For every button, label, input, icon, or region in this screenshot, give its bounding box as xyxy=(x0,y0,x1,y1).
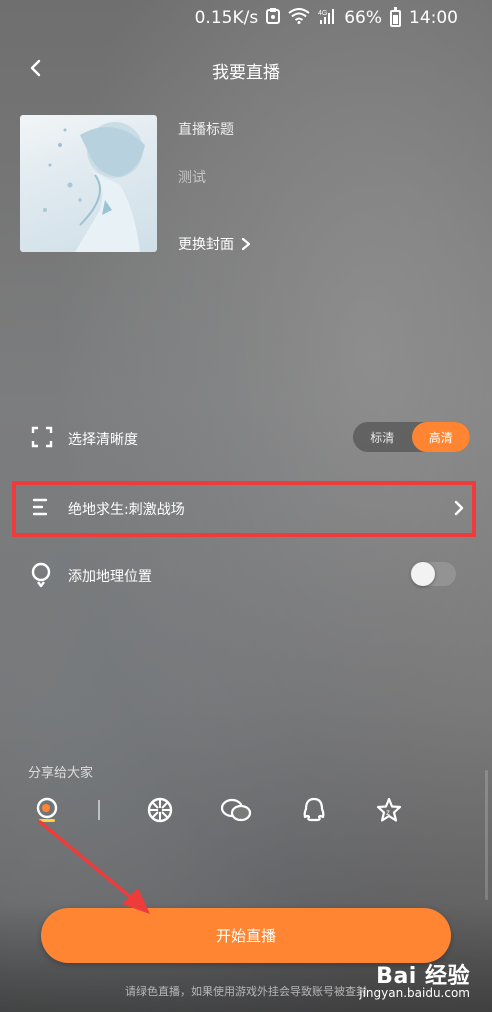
annotation-arrow-icon xyxy=(38,820,150,914)
